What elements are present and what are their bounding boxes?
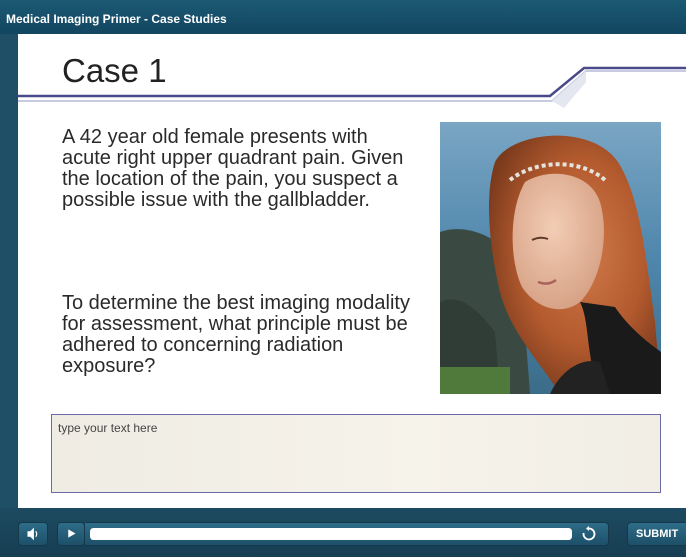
play-button[interactable] xyxy=(57,522,85,546)
title-bar: Medical Imaging Primer - Case Studies xyxy=(0,0,686,34)
volume-button[interactable] xyxy=(18,522,48,546)
slide-content: Case 1 A 42 year old female presents wit… xyxy=(18,34,686,508)
patient-photo xyxy=(440,122,661,394)
answer-input[interactable] xyxy=(52,415,660,492)
progress-bar xyxy=(85,522,609,546)
case-description: A 42 year old female presents with acute… xyxy=(62,126,404,211)
speaker-icon xyxy=(27,527,38,541)
app-title: Medical Imaging Primer - Case Studies xyxy=(6,12,227,26)
player-controls: SUBMIT xyxy=(0,508,686,557)
case-title: Case 1 xyxy=(62,52,167,89)
answer-box xyxy=(51,414,661,493)
progress-fill xyxy=(90,528,572,540)
case-question: To determine the best imaging modality f… xyxy=(62,292,410,377)
replay-icon[interactable] xyxy=(581,526,597,542)
play-icon xyxy=(68,529,76,538)
progress-track[interactable] xyxy=(90,528,572,540)
submit-button[interactable]: SUBMIT xyxy=(627,522,686,546)
